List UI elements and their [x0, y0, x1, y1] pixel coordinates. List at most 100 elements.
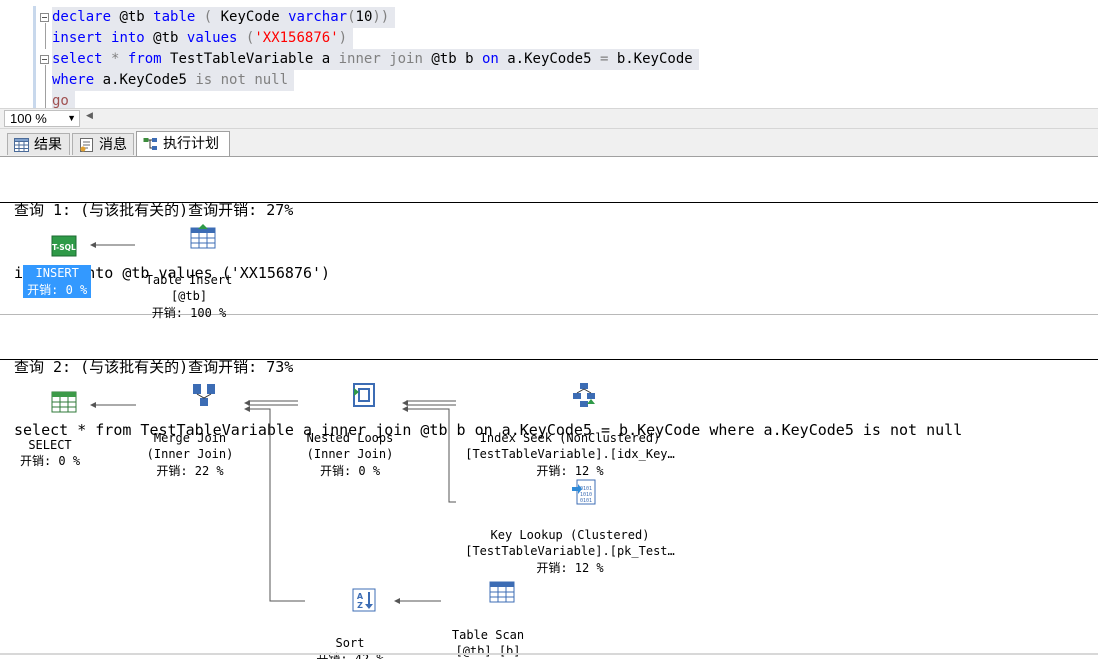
plan-bottom-edge — [0, 653, 1098, 655]
code-token: KeyCode — [221, 9, 288, 25]
code-token: declare — [52, 9, 111, 25]
operator-name: (Inner Join) — [290, 446, 410, 463]
tab-messages-label: 消息 — [99, 137, 127, 153]
chevron-down-icon[interactable]: ▼ — [67, 111, 76, 126]
code-token: b.KeyCode — [608, 51, 692, 67]
code-token: on — [482, 51, 499, 67]
operator-label: Nested Loops(Inner Join)开销: 0 % — [290, 430, 410, 480]
grid-icon — [14, 138, 29, 152]
table-scan-icon — [489, 579, 515, 605]
sort-icon: A Z — [351, 587, 377, 613]
svg-text:A: A — [357, 592, 364, 601]
code-token: from — [128, 51, 162, 67]
code-line-3[interactable]: select * from TestTableVariable a inner … — [52, 49, 699, 70]
operator-label: Merge Join(Inner Join)开销: 22 % — [132, 430, 248, 480]
operator-sort[interactable]: A Z Sort开销: 42 % — [300, 570, 400, 659]
scroll-left-icon[interactable]: ◀ — [86, 111, 93, 121]
operator-label: SELECT开销: 0 % — [4, 437, 96, 470]
operator-name: [TestTableVariable].[pk_Test… — [452, 543, 688, 560]
operator-cost: 开销: 0 % — [4, 453, 96, 470]
code-token: 10 — [356, 9, 373, 25]
operator-name: Index Seek (NonClustered) — [452, 430, 688, 447]
operator-cost: 开销: 0 % — [290, 463, 410, 480]
operator-insert[interactable]: T-SQL INSERT开销: 0 % — [6, 217, 94, 298]
operator-name: Merge Join — [132, 430, 248, 447]
operator-name: (Inner Join) — [132, 446, 248, 463]
operator-merge-join[interactable]: Merge Join(Inner Join)开销: 22 % — [132, 365, 248, 479]
operator-name: Key Lookup (Clustered) — [452, 527, 688, 544]
code-token: ( — [347, 9, 355, 25]
tab-execution-plan[interactable]: 执行计划 — [136, 131, 230, 156]
operator-name: [TestTableVariable].[idx_Key… — [452, 446, 688, 463]
code-line-1[interactable]: declare @tb table ( KeyCode varchar(10)) — [52, 7, 395, 28]
tab-execution-plan-label: 执行计划 — [163, 136, 219, 152]
code-token: varchar — [288, 9, 347, 25]
operator-nested-loops[interactable]: Nested Loops(Inner Join)开销: 0 % — [290, 365, 410, 479]
code-token: where — [52, 72, 94, 88]
code-token: is not null — [195, 72, 288, 88]
index-seek-icon — [571, 382, 597, 408]
change-tracking-bar — [33, 6, 36, 108]
code-token — [103, 51, 111, 67]
operator-name: INSERT — [27, 265, 87, 282]
operator-name: SELECT — [4, 437, 96, 454]
collapse-toggle-1[interactable] — [40, 13, 49, 22]
code-token: )) — [372, 9, 389, 25]
operator-name: [@tb] [b] — [436, 643, 540, 659]
code-token: into — [111, 30, 145, 46]
zoom-dropdown[interactable]: 100 % ▼ — [4, 110, 80, 127]
fold-guide-2 — [45, 65, 46, 108]
svg-text:Z: Z — [358, 601, 364, 610]
operator-table-scan[interactable]: Table Scan[@tb] [b]开销: 12 % — [436, 562, 540, 659]
code-token: ( — [195, 9, 220, 25]
operator-name: [@tb] — [130, 288, 248, 305]
code-line-4[interactable]: where a.KeyCode5 is not null — [52, 70, 294, 91]
execution-plan-pane[interactable]: 查询 1: (与该批有关的)查询开销: 27% insert into @tb … — [0, 156, 1098, 659]
operator-select[interactable]: SELECT开销: 0 % — [4, 372, 96, 470]
operator-name: Table Insert — [130, 272, 248, 289]
code-token: insert — [52, 30, 103, 46]
operator-name: Table Scan — [436, 627, 540, 644]
nested-loops-icon — [351, 382, 377, 408]
code-line-2[interactable]: insert into @tb values ('XX156876') — [52, 28, 353, 49]
operator-label: Table Insert[@tb]开销: 100 % — [130, 272, 248, 322]
operator-key-lookup[interactable]: 0101 1010 0101 Key Lookup (Clustered)[Te… — [452, 462, 688, 576]
code-token: 'XX156876' — [254, 30, 338, 46]
code-token — [103, 30, 111, 46]
operator-cost: 开销: 100 % — [130, 305, 248, 322]
operator-table-insert[interactable]: Table Insert[@tb]开销: 100 % — [130, 207, 248, 321]
select-icon — [51, 389, 77, 415]
collapse-toggle-2[interactable] — [40, 55, 49, 64]
results-tab-bar: 结果 消息 执行计划 — [0, 129, 1098, 156]
code-token: select — [52, 51, 103, 67]
code-token: ) — [339, 30, 347, 46]
code-token: TestTableVariable a — [162, 51, 339, 67]
svg-text:T-SQL: T-SQL — [53, 243, 77, 252]
tsql-icon: T-SQL — [51, 234, 77, 260]
sql-editor[interactable]: declare @tb table ( KeyCode varchar(10))… — [0, 0, 1098, 108]
message-icon — [79, 138, 94, 152]
code-token: @tb — [111, 9, 153, 25]
operator-label: Sort开销: 42 % — [300, 635, 400, 659]
editor-status-strip: 100 % ▼ ◀ — [0, 108, 1098, 129]
tab-results[interactable]: 结果 — [7, 133, 70, 155]
code-token: go — [52, 93, 69, 108]
tab-messages[interactable]: 消息 — [72, 133, 134, 155]
key-lookup-icon: 0101 1010 0101 — [571, 479, 597, 505]
code-token: @tb b — [423, 51, 482, 67]
merge-join-icon — [191, 382, 217, 408]
code-token: inner join — [339, 51, 423, 67]
operator-name: Sort — [300, 635, 400, 652]
tab-results-label: 结果 — [34, 137, 62, 153]
code-token: a.KeyCode5 — [499, 51, 600, 67]
operator-name: Nested Loops — [290, 430, 410, 447]
execution-plan-icon — [143, 137, 158, 151]
table-insert-icon — [190, 224, 216, 250]
fold-guide-1 — [45, 23, 46, 49]
operator-cost: 开销: 0 % — [27, 282, 87, 299]
code-line-5[interactable]: go — [52, 91, 75, 108]
operator-cost: 开销: 22 % — [132, 463, 248, 480]
svg-text:0101: 0101 — [580, 498, 592, 504]
code-token: @tb — [145, 30, 187, 46]
zoom-value: 100 % — [10, 111, 47, 126]
